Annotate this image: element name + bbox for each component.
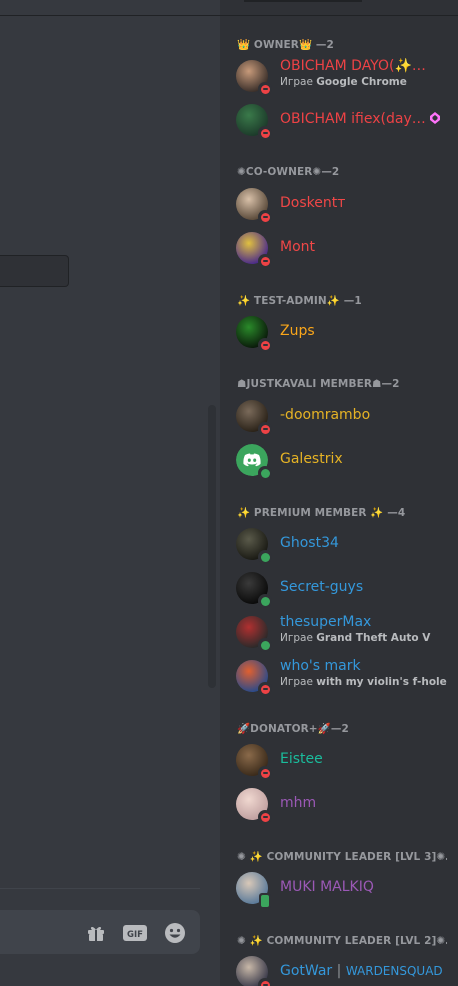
emoji-icon[interactable]	[163, 922, 187, 944]
status-dnd-icon	[258, 338, 272, 352]
server-booster-icon	[429, 112, 440, 124]
status-dnd-icon	[258, 682, 272, 696]
member-name: thesuperMax	[280, 614, 372, 630]
member-row[interactable]: mhm	[234, 782, 458, 826]
status-dnd-icon	[258, 810, 272, 824]
member-name: MUKI MALKIQ	[280, 879, 374, 895]
status-dnd-icon	[258, 126, 272, 140]
member-row[interactable]: OBICHAM ifiex(day…	[234, 98, 458, 142]
member-name: Secret-guys	[280, 579, 364, 595]
status-dnd-icon	[258, 254, 272, 268]
member-name: who's mark	[280, 658, 361, 674]
status-mobile-icon	[259, 893, 271, 909]
status-dnd-icon	[258, 978, 272, 986]
section-header-co-owner: ✺CO-OWNER✺—2	[237, 166, 340, 178]
status-dnd-icon	[258, 82, 272, 96]
member-row[interactable]: Mont	[234, 226, 458, 270]
member-row[interactable]: Zups	[234, 310, 458, 354]
section-header-premium-member: ✨ PREMIUM MEMBER ✨ —4	[237, 507, 406, 519]
member-row[interactable]: -doomrambo	[234, 394, 458, 438]
section-header-community-leader-lvl3: ✺ ✨ COMMUNITY LEADER [LVL 3]✺…	[237, 851, 447, 863]
status-dnd-icon	[258, 422, 272, 436]
member-activity: Играе Google Chrome	[280, 76, 407, 88]
member-row[interactable]: Doskentт	[234, 182, 458, 226]
member-list-header	[220, 0, 458, 16]
member-name: -doomrambo	[280, 407, 371, 423]
member-name: Mont	[280, 239, 316, 255]
member-list[interactable]: 👑 OWNER👑 —2 ✺CO-OWNER✺—2 ✨ TEST-ADMIN✨ —…	[220, 0, 458, 986]
header-tab	[244, 0, 362, 2]
section-header-community-leader-lvl2: ✺ ✨ COMMUNITY LEADER [LVL 2]✺…	[237, 935, 447, 947]
section-header-donator: 🚀DONATOR+🚀—2	[237, 723, 349, 735]
section-header-justkavali-member: ☗JUSTKAVALI MEMBER☗—2	[237, 378, 400, 390]
member-row[interactable]: Ghost34	[234, 522, 458, 566]
gif-label: GIF	[127, 930, 143, 940]
member-name: mhm	[280, 795, 317, 811]
chat-header	[0, 0, 220, 16]
member-name: Doskentт	[280, 195, 346, 211]
member-row[interactable]: Eistee	[234, 738, 458, 782]
status-online-icon	[258, 594, 272, 608]
member-row[interactable]: MUKI MALKIQ	[234, 866, 458, 910]
member-row[interactable]: thesuperMax Играе Grand Theft Auto V	[234, 610, 458, 654]
section-header-owner: 👑 OWNER👑 —2	[237, 39, 334, 51]
member-activity: Играе with my violin's f-hole	[280, 676, 447, 688]
status-dnd-icon	[258, 766, 272, 780]
member-row[interactable]: who's mark Играе with my violin's f-hole	[234, 654, 458, 698]
member-name: Eistee	[280, 751, 323, 767]
member-name: GotWar | WARDENSQUAD	[280, 963, 443, 979]
status-online-icon	[258, 638, 272, 652]
chat-scrollbar[interactable]	[208, 405, 216, 688]
member-name: Zups	[280, 323, 315, 339]
chat-divider	[0, 888, 200, 889]
status-online-icon	[258, 550, 272, 564]
member-name: OBICHAM DAYO(✨…	[280, 58, 426, 74]
member-name: Ghost34	[280, 535, 339, 551]
name-separator: |	[332, 963, 346, 979]
message-embed-fragment	[0, 255, 69, 287]
member-row[interactable]: OBICHAM DAYO(✨… Играе Google Chrome	[234, 54, 458, 98]
member-tag: WARDENSQUAD	[345, 964, 443, 978]
gif-button[interactable]: GIF	[123, 922, 147, 944]
member-row[interactable]: Secret-guys	[234, 566, 458, 610]
member-name: OBICHAM ifiex(day…	[280, 111, 450, 127]
section-header-test-admin: ✨ TEST-ADMIN✨ —1	[237, 295, 362, 307]
member-row[interactable]: Galestrix	[234, 438, 458, 482]
member-activity: Играе Grand Theft Auto V	[280, 632, 431, 644]
discord-window: GIF 👑 OWNER👑 —2 ✺CO-OWNER✺—2 ✨ TEST-ADMI…	[0, 0, 458, 986]
status-online-icon	[258, 466, 272, 480]
member-row[interactable]: GotWar | WARDENSQUAD	[234, 950, 458, 986]
chat-pane: GIF	[0, 0, 220, 986]
status-dnd-icon	[258, 210, 272, 224]
member-name: Galestrix	[280, 451, 343, 467]
gift-icon[interactable]	[84, 922, 108, 944]
